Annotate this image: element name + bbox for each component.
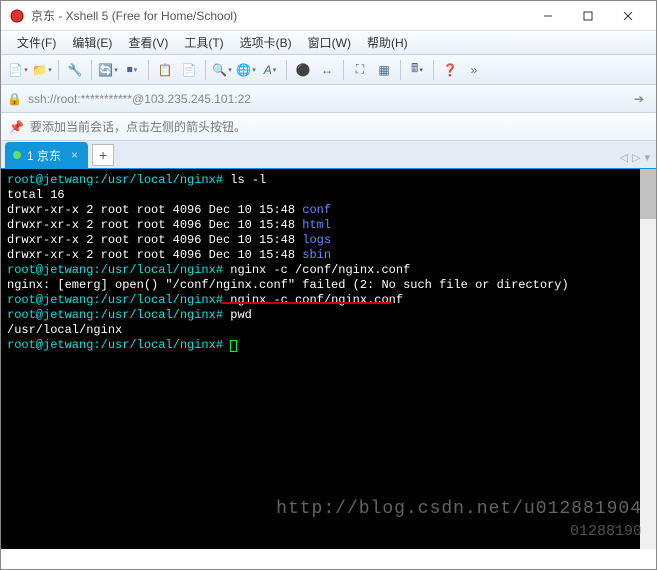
separator bbox=[148, 60, 149, 80]
menu-edit[interactable]: 编辑(E) bbox=[64, 32, 120, 53]
terminal-line: drwxr-xr-x 2 root root 4096 Dec 10 15:48… bbox=[7, 233, 650, 248]
info-text: 要添加当前会话，点击左侧的箭头按钮。 bbox=[30, 118, 246, 135]
terminal-line: drwxr-xr-x 2 root root 4096 Dec 10 15:48… bbox=[7, 218, 650, 233]
tab-prev-button[interactable]: ◁ bbox=[620, 151, 628, 164]
terminal-line: drwxr-xr-x 2 root root 4096 Dec 10 15:48… bbox=[7, 203, 650, 218]
reconnect-button[interactable]: 🔄▾ bbox=[97, 59, 119, 81]
tab-list-button[interactable]: ▾ bbox=[644, 151, 650, 164]
find-button[interactable]: 🔍▾ bbox=[211, 59, 233, 81]
open-session-button[interactable]: 📁▾ bbox=[31, 59, 53, 81]
go-icon[interactable]: ➔ bbox=[628, 92, 650, 106]
toolbar: 📄▾ 📁▾ 🔧 🔄▾ ⏹▾ 📋 📄 🔍▾ 🌐▾ A▾ ⚫ ↔ ⛶ ▦ 🖩▾ ❓ … bbox=[1, 55, 656, 85]
watermark-text-2: 01288190 bbox=[570, 524, 642, 539]
help-button[interactable]: ❓ bbox=[439, 59, 461, 81]
terminal-line: total 16 bbox=[7, 188, 650, 203]
overflow-button[interactable]: » bbox=[463, 59, 485, 81]
copy-button[interactable]: 📋 bbox=[154, 59, 176, 81]
terminal-line: root@jetwang:/usr/local/nginx# nginx -c … bbox=[7, 293, 650, 308]
disconnect-button[interactable]: ⏹▾ bbox=[121, 59, 143, 81]
menubar: 文件(F) 编辑(E) 查看(V) 工具(T) 选项卡(B) 窗口(W) 帮助(… bbox=[1, 31, 656, 55]
info-bar: 📌 要添加当前会话，点击左侧的箭头按钮。 bbox=[1, 113, 656, 141]
new-session-button[interactable]: 📄▾ bbox=[7, 59, 29, 81]
tab-bar: 1 京东 × + ◁ ▷ ▾ bbox=[1, 141, 656, 169]
titlebar: 京东 - Xshell 5 (Free for Home/School) bbox=[1, 1, 656, 31]
scrollbar-track[interactable] bbox=[640, 169, 656, 549]
terminal-line: nginx: [emerg] open() "/conf/nginx.conf"… bbox=[7, 278, 650, 293]
paste-button[interactable]: 📄 bbox=[178, 59, 200, 81]
address-bar: 🔒 ssh://root:***********@103.235.245.101… bbox=[1, 85, 656, 113]
calc-button[interactable]: 🖩▾ bbox=[406, 59, 428, 81]
add-tab-button[interactable]: + bbox=[92, 144, 114, 166]
transfer-button[interactable]: ↔ bbox=[316, 59, 338, 81]
terminal-line: root@jetwang:/usr/local/nginx# nginx -c … bbox=[7, 263, 650, 278]
maximize-button[interactable] bbox=[568, 2, 608, 30]
session-tab[interactable]: 1 京东 × bbox=[5, 142, 88, 168]
annotation-underline bbox=[221, 302, 391, 304]
terminal-line: root@jetwang:/usr/local/nginx# pwd bbox=[7, 308, 650, 323]
window-title: 京东 - Xshell 5 (Free for Home/School) bbox=[31, 7, 528, 24]
separator bbox=[91, 60, 92, 80]
terminal[interactable]: http://blog.csdn.net/u012881904 01288190… bbox=[1, 169, 656, 549]
tab-close-button[interactable]: × bbox=[71, 148, 78, 162]
fullscreen-button[interactable]: ⛶ bbox=[349, 59, 371, 81]
menu-help[interactable]: 帮助(H) bbox=[359, 32, 416, 53]
separator bbox=[205, 60, 206, 80]
menu-view[interactable]: 查看(V) bbox=[120, 32, 176, 53]
watermark-text: http://blog.csdn.net/u012881904 bbox=[276, 502, 642, 517]
menu-tab[interactable]: 选项卡(B) bbox=[232, 32, 300, 53]
terminal-line: drwxr-xr-x 2 root root 4096 Dec 10 15:48… bbox=[7, 248, 650, 263]
minimize-button[interactable] bbox=[528, 2, 568, 30]
tab-label: 1 京东 bbox=[27, 147, 61, 164]
font-button[interactable]: A▾ bbox=[259, 59, 281, 81]
address-input[interactable]: ssh://root:***********@103.235.245.101:2… bbox=[28, 92, 628, 106]
menu-window[interactable]: 窗口(W) bbox=[300, 32, 359, 53]
color-button[interactable]: ⚫ bbox=[292, 59, 314, 81]
menu-tools[interactable]: 工具(T) bbox=[176, 32, 231, 53]
address-button[interactable]: 🌐▾ bbox=[235, 59, 257, 81]
status-dot-icon bbox=[13, 151, 21, 159]
properties-button[interactable]: 🔧 bbox=[64, 59, 86, 81]
terminal-line: /usr/local/nginx bbox=[7, 323, 650, 338]
menu-file[interactable]: 文件(F) bbox=[9, 32, 64, 53]
app-icon bbox=[9, 8, 25, 24]
cursor bbox=[230, 340, 237, 352]
separator bbox=[433, 60, 434, 80]
separator bbox=[286, 60, 287, 80]
tab-nav: ◁ ▷ ▾ bbox=[620, 151, 650, 164]
close-button[interactable] bbox=[608, 2, 648, 30]
separator bbox=[400, 60, 401, 80]
tile-button[interactable]: ▦ bbox=[373, 59, 395, 81]
separator bbox=[58, 60, 59, 80]
add-session-icon[interactable]: 📌 bbox=[9, 120, 24, 134]
lock-icon: 🔒 bbox=[7, 92, 22, 106]
terminal-line: root@jetwang:/usr/local/nginx# bbox=[7, 338, 650, 353]
terminal-line: root@jetwang:/usr/local/nginx# ls -l bbox=[7, 173, 650, 188]
tab-next-button[interactable]: ▷ bbox=[632, 151, 640, 164]
scrollbar-thumb[interactable] bbox=[640, 169, 656, 219]
separator bbox=[343, 60, 344, 80]
